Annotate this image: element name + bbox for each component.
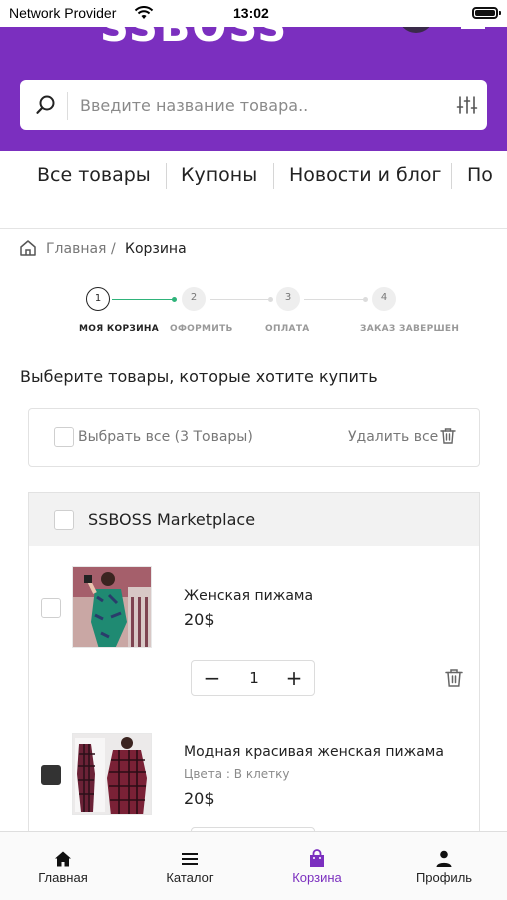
- store-name: SSBOSS Marketplace: [88, 510, 256, 529]
- category-tab-news[interactable]: Новости и блог: [289, 164, 442, 186]
- filter-icon[interactable]: [456, 94, 478, 116]
- category-divider: [166, 163, 167, 189]
- product-1-image[interactable]: [72, 566, 152, 648]
- nav-label-profile: Профиль: [415, 870, 473, 885]
- item-1-checkbox[interactable]: [41, 598, 61, 618]
- category-tab-all[interactable]: Все товары: [37, 164, 151, 186]
- nav-label-home: Главная: [38, 870, 88, 885]
- step-1-label: МОЯ КОРЗИНА: [79, 324, 159, 334]
- product-1-title[interactable]: Женская пижама: [184, 588, 313, 604]
- notification-icon[interactable]: [398, 27, 434, 33]
- search-bar: [20, 80, 487, 130]
- category-tab-more[interactable]: По: [467, 164, 493, 186]
- product-2-price: 20$: [184, 789, 215, 808]
- category-tab-coupons[interactable]: Купоны: [181, 164, 257, 186]
- checkout-stepper: 1 2 3 4 МОЯ КОРЗИНА ОФОРМИТЬ ОПЛАТА ЗАКА…: [0, 287, 507, 347]
- step-4-label: ЗАКАЗ ЗАВЕРШЕН: [360, 324, 460, 334]
- store-card: SSBOSS Marketplace Женская пижама 20$ − …: [28, 492, 480, 852]
- search-divider: [67, 92, 68, 120]
- step-2-circle: 2: [182, 287, 206, 311]
- carrier-name: Network Provider: [9, 5, 117, 21]
- cart-heading: Выберите товары, которые хотите купить: [20, 367, 378, 386]
- search-icon[interactable]: [35, 94, 57, 116]
- category-divider: [451, 163, 452, 189]
- breadcrumb-current: Корзина: [125, 241, 187, 257]
- quantity-decrease-button[interactable]: −: [199, 666, 225, 692]
- store-checkbox[interactable]: [54, 510, 74, 530]
- product-1-price: 20$: [184, 610, 215, 629]
- trash-icon[interactable]: [444, 668, 464, 688]
- product-2-title[interactable]: Модная красивая женская пижама: [184, 744, 444, 760]
- wifi-icon: [134, 6, 154, 19]
- nav-label-catalog: Каталог: [166, 870, 214, 885]
- step-1-circle: 1: [86, 287, 110, 311]
- category-divider: [273, 163, 274, 189]
- select-all-label[interactable]: Выбрать все (3 Товары): [78, 429, 253, 445]
- app-header: SSBOSS: [0, 27, 507, 151]
- select-all-checkbox[interactable]: [54, 427, 74, 447]
- battery-icon: [472, 7, 501, 19]
- product-2-variant: Цвета : В клетку: [184, 767, 290, 781]
- menu-icon: [182, 853, 198, 865]
- status-bar: Network Provider 13:02: [0, 0, 507, 27]
- home-icon: [55, 851, 71, 867]
- person-icon: [436, 850, 452, 867]
- bottom-navigation: Главная Каталог Корзина Профиль: [0, 831, 507, 900]
- step-connector-done: [112, 299, 174, 300]
- nav-label-cart: Корзина: [292, 870, 342, 885]
- step-connector: [304, 299, 365, 300]
- category-tabs: Все товары Купоны Новости и блог По: [0, 151, 507, 229]
- step-2-label: ОФОРМИТЬ: [170, 324, 233, 334]
- quantity-value[interactable]: 1: [237, 669, 271, 687]
- home-icon[interactable]: [19, 239, 37, 257]
- delete-all-button[interactable]: Удалить все: [348, 429, 438, 445]
- nav-item-home[interactable]: Главная: [0, 832, 126, 900]
- step-3-label: ОПЛАТА: [265, 324, 310, 334]
- item-2-checkbox[interactable]: [41, 765, 61, 785]
- quantity-stepper: − 1 +: [191, 660, 315, 696]
- step-connector-dot: [172, 297, 177, 302]
- shopping-bag-icon: [310, 849, 324, 867]
- step-connector: [210, 299, 270, 300]
- step-4-circle: 4: [372, 287, 396, 311]
- nav-item-cart[interactable]: Корзина: [254, 832, 380, 900]
- step-3-circle: 3: [276, 287, 300, 311]
- quantity-increase-button[interactable]: +: [281, 666, 307, 692]
- nav-item-catalog[interactable]: Каталог: [127, 832, 253, 900]
- step-connector-dot: [268, 297, 273, 302]
- breadcrumb-home[interactable]: Главная: [46, 241, 106, 257]
- header-menu-icon[interactable]: [461, 27, 485, 29]
- brand-logo[interactable]: SSBOSS: [100, 27, 288, 51]
- step-connector-dot: [363, 297, 368, 302]
- store-header: SSBOSS Marketplace: [29, 493, 479, 546]
- trash-icon[interactable]: [439, 427, 457, 445]
- breadcrumb-separator: /: [111, 241, 116, 257]
- clock: 13:02: [233, 5, 269, 21]
- select-all-panel: Выбрать все (3 Товары) Удалить все: [28, 408, 480, 467]
- search-input[interactable]: [80, 90, 440, 120]
- nav-item-profile[interactable]: Профиль: [381, 832, 507, 900]
- product-2-image[interactable]: [72, 733, 152, 815]
